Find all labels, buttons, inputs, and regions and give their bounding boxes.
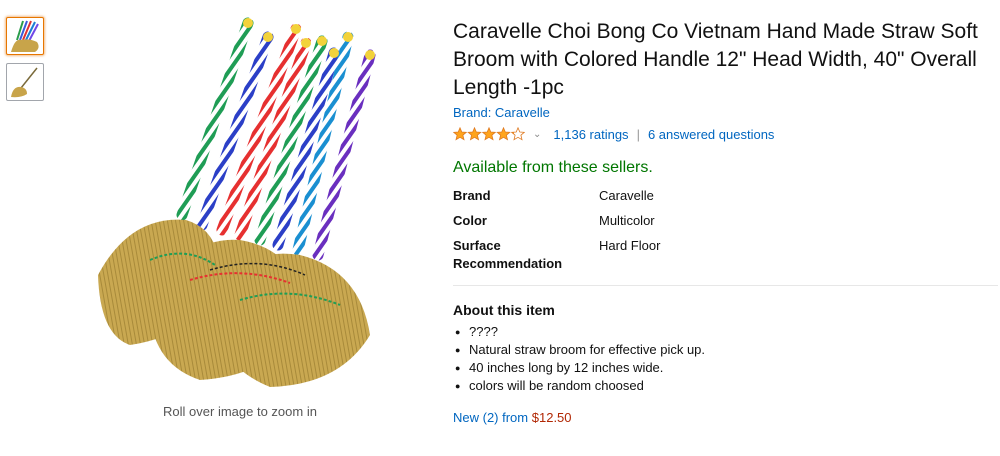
thumb-single-broom[interactable]	[6, 63, 44, 101]
list-item: Natural straw broom for effective pick u…	[453, 341, 998, 359]
list-item: ????	[453, 323, 998, 341]
ratings-link[interactable]: 1,136 ratings	[553, 127, 628, 142]
availability-status: Available from these sellers.	[453, 159, 653, 176]
spec-row: Brand Caravelle	[453, 187, 660, 212]
about-heading: About this item	[453, 302, 555, 318]
brooms-thumbnail-image	[11, 20, 39, 52]
spec-value: Hard Floor	[599, 238, 661, 253]
about-bullets: ???? Natural straw broom for effective p…	[453, 323, 998, 395]
list-item: 40 inches long by 12 inches wide.	[453, 359, 998, 377]
chevron-down-icon[interactable]: ⌄	[533, 129, 541, 140]
spec-row: Surface Recommendation Hard Floor	[453, 237, 660, 280]
main-product-image[interactable]	[90, 15, 390, 395]
separator: |	[636, 126, 640, 142]
divider	[453, 285, 998, 286]
offer-link[interactable]: New (2) from	[453, 410, 528, 425]
spec-key: Surface Recommendation	[453, 238, 563, 271]
thumbnail-strip	[6, 17, 46, 109]
answered-questions-link[interactable]: 6 answered questions	[648, 127, 774, 142]
brooms-image	[98, 17, 376, 387]
rating-row: ⌄ 1,136 ratings | 6 answered questions	[453, 125, 998, 143]
spec-value: Multicolor	[599, 213, 655, 228]
zoom-hint: Roll over image to zoom in	[163, 404, 317, 419]
product-title: Caravelle Choi Bong Co Vietnam Hand Made…	[453, 20, 978, 99]
star-rating[interactable]	[453, 127, 525, 141]
brand-link[interactable]: Brand: Caravelle	[453, 105, 550, 120]
product-info: Caravelle Choi Bong Co Vietnam Hand Made…	[453, 18, 998, 425]
thumb-multiple-brooms[interactable]	[6, 17, 44, 55]
offer-line[interactable]: New (2) from $12.50	[453, 410, 998, 425]
spec-key: Brand	[453, 188, 491, 203]
stars-icon	[453, 127, 525, 141]
list-item: colors will be random choosed	[453, 377, 998, 395]
spec-value: Caravelle	[599, 188, 654, 203]
single-broom-thumbnail-image	[11, 67, 38, 98]
offer-price: $12.50	[531, 410, 572, 425]
specs-table: Brand Caravelle Color Multicolor Surface…	[453, 187, 660, 280]
spec-row: Color Multicolor	[453, 212, 660, 237]
spec-key: Color	[453, 213, 487, 228]
